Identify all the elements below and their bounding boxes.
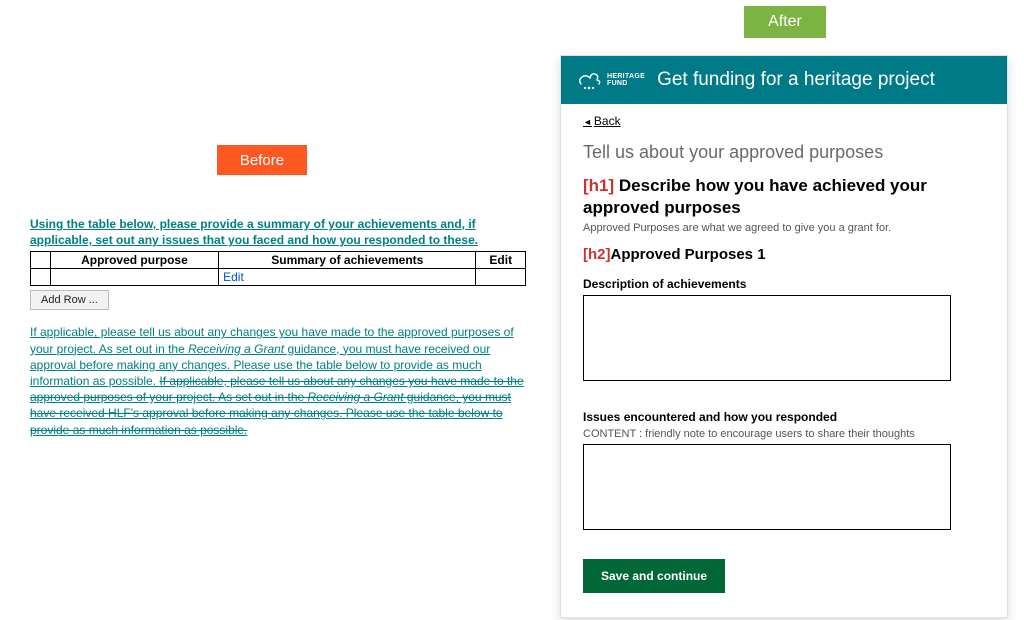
after-panel: HERITAGE FUND Get funding for a heritage…: [560, 55, 1008, 618]
field2-note: CONTENT : friendly note to encourage use…: [583, 428, 985, 440]
h2-marker: [h2]: [583, 246, 611, 263]
logo-text-line2: FUND: [607, 80, 645, 87]
before-strike-italic: Receiving a Grant: [308, 390, 404, 404]
before-paragraph: If applicable, please tell us about any …: [30, 324, 526, 437]
h1-heading: [h1] Describe how you have achieved your…: [583, 175, 985, 219]
h2-text: Approved Purposes 1: [611, 246, 766, 263]
back-link[interactable]: Back: [583, 114, 621, 128]
h1-help-text: Approved Purposes are what we agreed to …: [583, 222, 985, 234]
table-row: Edit: [31, 269, 526, 286]
field2-label: Issues encountered and how you responded: [583, 410, 985, 424]
description-textarea[interactable]: [583, 295, 951, 381]
issues-textarea[interactable]: [583, 444, 951, 530]
edit-link[interactable]: Edit: [219, 269, 476, 286]
after-header: HERITAGE FUND Get funding for a heritage…: [561, 56, 1007, 104]
lottery-icon: [575, 66, 603, 94]
h2-heading: [h2]Approved Purposes 1: [583, 246, 985, 263]
after-body: Back Tell us about your approved purpose…: [561, 104, 1007, 617]
table-header-row: Approved purpose Summary of achievements…: [31, 252, 526, 269]
h1-marker: [h1]: [583, 176, 619, 195]
before-para-italic1: Receiving a Grant: [188, 342, 284, 356]
section-intro: Tell us about your approved purposes: [583, 142, 985, 163]
table-header-approved: Approved purpose: [50, 252, 218, 269]
heritage-fund-logo: HERITAGE FUND: [575, 66, 645, 94]
before-badge: Before: [217, 145, 307, 175]
add-row-button[interactable]: Add Row ...: [30, 290, 109, 310]
table-cell-edit: [476, 269, 526, 286]
after-badge: After: [744, 6, 826, 38]
before-table: Approved purpose Summary of achievements…: [30, 251, 526, 286]
logo-text-line1: HERITAGE: [607, 73, 645, 80]
table-header-blank: [31, 252, 51, 269]
field1-label: Description of achievements: [583, 277, 985, 291]
save-and-continue-button[interactable]: Save and continue: [583, 559, 725, 593]
header-title: Get funding for a heritage project: [657, 69, 935, 91]
table-cell-approved: [50, 269, 218, 286]
before-panel: Using the table below, please provide a …: [30, 216, 526, 438]
logo-text: HERITAGE FUND: [607, 73, 645, 88]
table-header-summary: Summary of achievements: [219, 252, 476, 269]
before-intro-text: Using the table below, please provide a …: [30, 216, 526, 248]
h1-text: Describe how you have achieved your appr…: [583, 176, 927, 217]
table-header-edit: Edit: [476, 252, 526, 269]
table-cell-blank: [31, 269, 51, 286]
